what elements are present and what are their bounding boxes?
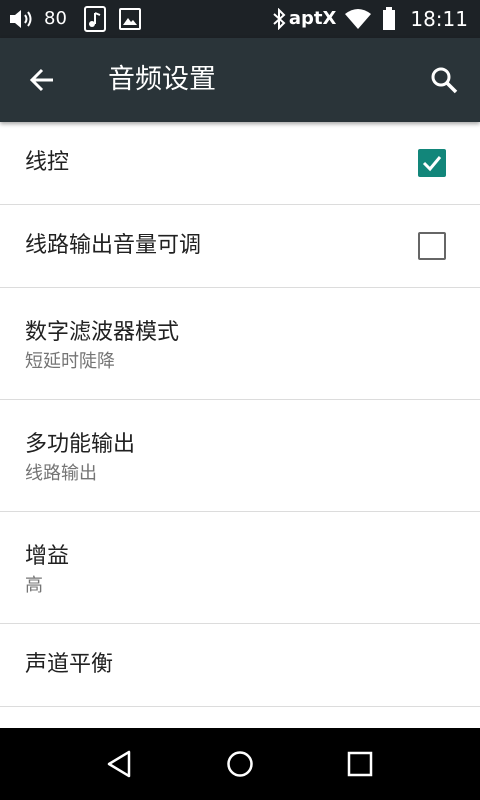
status-bar-left: 80: [0, 0, 141, 38]
back-button[interactable]: [22, 60, 62, 100]
status-bar-right: aptX 18:11: [271, 0, 480, 38]
arrow-back-icon: [29, 67, 55, 93]
recents-square-icon: [346, 750, 374, 778]
setting-digital-filter[interactable]: 数字滤波器模式 短延时陡降: [0, 288, 480, 400]
setting-channel-balance[interactable]: 声道平衡: [0, 624, 480, 707]
search-button[interactable]: [422, 60, 466, 100]
volume-level: 80: [44, 8, 67, 29]
wifi-icon: [344, 8, 372, 30]
home-circle-icon: [225, 749, 255, 779]
nav-back-button[interactable]: [96, 740, 144, 788]
app-toolbar: 音频设置: [0, 38, 480, 122]
setting-title: 声道平衡: [25, 652, 114, 677]
setting-multi-output[interactable]: 多功能输出 线路输出: [0, 400, 480, 512]
setting-value: 线路输出: [25, 463, 97, 484]
navigation-bar: [0, 728, 480, 800]
setting-line-control[interactable]: 线控: [0, 122, 480, 205]
bluetooth-codec: aptX: [288, 8, 337, 29]
volume-icon: [8, 7, 38, 31]
setting-title: 多功能输出: [25, 432, 136, 457]
status-bar: 80 aptX 18:11: [0, 0, 480, 38]
nav-home-button[interactable]: [216, 740, 264, 788]
line-out-volume-checkbox[interactable]: [418, 232, 446, 260]
back-triangle-icon: [105, 749, 135, 779]
clock: 18:11: [410, 7, 468, 31]
settings-list: 线控 线路输出音量可调 数字滤波器模式 短延时陡降 多功能输出 线路输出 增益 …: [0, 122, 480, 707]
setting-value: 短延时陡降: [25, 351, 115, 372]
bluetooth-icon: [271, 8, 287, 30]
battery-icon: [382, 7, 396, 31]
setting-line-out-volume[interactable]: 线路输出音量可调: [0, 205, 480, 288]
setting-title: 线控: [25, 150, 70, 175]
checkmark-icon: [422, 156, 442, 172]
music-file-icon: [83, 6, 107, 32]
setting-value: 高: [25, 575, 43, 596]
setting-title: 增益: [25, 544, 70, 569]
setting-gain[interactable]: 增益 高: [0, 512, 480, 624]
line-control-checkbox[interactable]: [418, 149, 446, 177]
nav-recents-button[interactable]: [336, 740, 384, 788]
page-title: 音频设置: [108, 64, 216, 95]
image-icon: [118, 8, 141, 30]
setting-title: 线路输出音量可调: [25, 233, 202, 258]
search-icon: [430, 66, 458, 94]
setting-title: 数字滤波器模式: [25, 320, 180, 345]
